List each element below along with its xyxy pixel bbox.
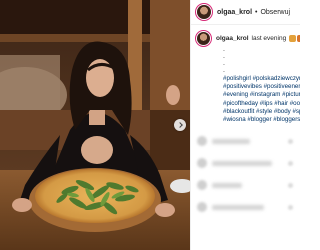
comment-row <box>197 136 293 148</box>
comment-row <box>197 202 293 214</box>
caption-dots: . . . . <box>223 46 225 74</box>
next-photo-button[interactable] <box>174 119 186 131</box>
like-icon <box>288 161 293 166</box>
hashtag-line[interactable]: #picoftheday #lips #hair #ootd <box>223 100 300 108</box>
hashtag-line[interactable]: #polishgirl #polskadziewczyna <box>223 75 300 83</box>
commenter-avatar <box>197 158 207 168</box>
post-photo[interactable] <box>0 0 190 250</box>
post-sidebar: olgaa_krol • Obserwuj olgaa_krol last eve… <box>190 0 300 250</box>
commenter-avatar <box>197 136 207 146</box>
comment-row <box>197 158 293 170</box>
follow-button[interactable]: Obserwuj <box>260 9 290 16</box>
hashtag-line[interactable]: #wiosna #blogger #bloggerstyl <box>223 116 300 124</box>
caption-avatar[interactable] <box>197 32 210 45</box>
commenter-avatar <box>197 180 207 190</box>
post-caption: olgaa_krol last evening . . . . #polishgi… <box>191 25 300 124</box>
comment-row <box>197 180 293 192</box>
commenter-avatar <box>197 202 207 212</box>
profile-avatar[interactable] <box>197 5 211 19</box>
chevron-right-icon <box>176 122 183 128</box>
blurred-comments <box>197 136 293 224</box>
like-icon <box>288 205 293 210</box>
username-link[interactable]: olgaa_krol <box>217 9 252 16</box>
caption-text: last evening <box>251 35 287 43</box>
photo-scene <box>0 0 190 250</box>
hashtag-line[interactable]: #blackoutfit #style #body #spri <box>223 108 300 116</box>
emoji-icon <box>297 34 300 42</box>
post-header: olgaa_krol • Obserwuj <box>191 0 300 25</box>
hashtag-line[interactable]: #positivevibes #positiveenergy <box>223 83 300 91</box>
hashtag-line[interactable]: #evening #instagram #pictureo <box>223 91 300 99</box>
emoji-icon <box>289 34 297 42</box>
like-icon <box>288 183 293 188</box>
like-icon <box>288 139 293 144</box>
caption-username[interactable]: olgaa_krol <box>216 35 249 42</box>
hashtag-list: #polishgirl #polskadziewczyna #positivev… <box>223 75 300 124</box>
separator-dot: • <box>255 8 258 16</box>
